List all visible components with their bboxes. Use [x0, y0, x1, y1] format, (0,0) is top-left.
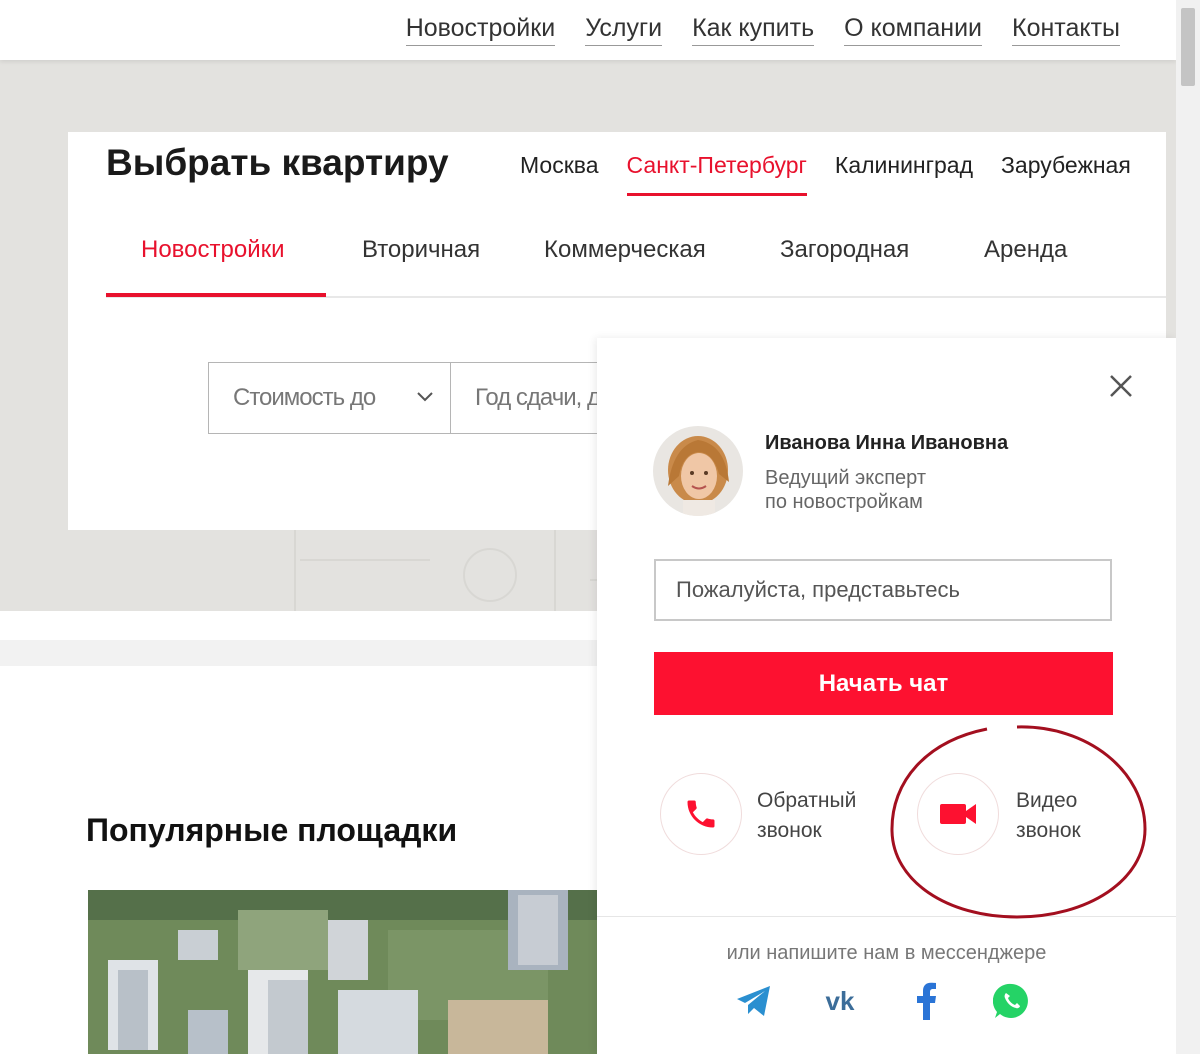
nav-item-contacts[interactable]: Контакты	[1012, 14, 1120, 46]
page-scrollbar[interactable]	[1176, 0, 1200, 1054]
price-select[interactable]: Стоимость до	[208, 362, 451, 434]
tab-novostroyki[interactable]: Новостройки	[141, 236, 285, 264]
property-type-tabs: Новостройки Вторичная Коммерческая Загор…	[106, 218, 1166, 298]
nav-item-about[interactable]: О компании	[844, 14, 983, 46]
city-tab-spb[interactable]: Санкт-Петербург	[626, 152, 807, 196]
agent-role: Ведущий эксперт по новостройкам	[765, 467, 927, 513]
tab-secondary[interactable]: Вторичная	[362, 236, 480, 264]
city-tab-kaliningrad[interactable]: Калининград	[835, 152, 973, 196]
city-tabs: Москва Санкт-Петербург Калининград Заруб…	[520, 152, 1131, 196]
price-select-label: Стоимость до	[233, 384, 376, 411]
messenger-icons: vk	[733, 980, 1033, 1022]
video-call-button[interactable]	[917, 773, 999, 855]
facebook-icon[interactable]	[905, 980, 947, 1022]
search-title: Выбрать квартиру	[106, 142, 449, 183]
popular-area-photo[interactable]	[88, 890, 598, 1054]
popular-section-title: Популярные площадки	[86, 812, 458, 848]
tab-rent[interactable]: Аренда	[984, 236, 1067, 264]
video-call-label[interactable]: Видео звонок	[1016, 786, 1146, 846]
city-tab-moscow[interactable]: Москва	[520, 152, 599, 196]
video-camera-icon	[940, 804, 976, 824]
agent-photo	[653, 426, 743, 516]
phone-icon	[687, 800, 715, 828]
city-tab-abroad[interactable]: Зарубежная	[1001, 152, 1131, 196]
chat-widget: Иванова Инна Ивановна Ведущий эксперт по…	[597, 338, 1176, 1054]
name-input[interactable]	[654, 559, 1112, 621]
chat-divider	[597, 916, 1176, 917]
chevron-down-icon	[417, 392, 433, 402]
close-icon[interactable]	[1107, 372, 1135, 400]
callback-button[interactable]	[660, 773, 742, 855]
messenger-prompt: или напишите нам в мессенджере	[726, 942, 1047, 964]
telegram-icon[interactable]	[733, 980, 775, 1022]
callback-label[interactable]: Обратный звонок	[757, 786, 887, 846]
year-select-label: Год сдачи, д	[475, 384, 601, 411]
start-chat-button[interactable]: Начать чат	[654, 652, 1113, 715]
whatsapp-icon[interactable]	[991, 980, 1033, 1022]
nav-item-how-to-buy[interactable]: Как купить	[692, 14, 815, 46]
aerial-city-image	[88, 890, 598, 1054]
active-tab-underline	[106, 293, 326, 297]
svg-text:vk: vk	[826, 988, 855, 1014]
top-navigation: Новостройки Услуги Как купить О компании…	[0, 0, 1176, 60]
nav-item-novostroyki[interactable]: Новостройки	[405, 14, 556, 46]
year-select[interactable]: Год сдачи, д	[450, 362, 610, 434]
tab-commercial[interactable]: Коммерческая	[544, 236, 706, 264]
tab-country[interactable]: Загородная	[780, 236, 909, 264]
vk-icon[interactable]: vk	[819, 980, 861, 1022]
scrollbar-thumb[interactable]	[1181, 8, 1195, 86]
agent-avatar	[653, 426, 743, 516]
agent-name: Иванова Инна Ивановна	[765, 432, 1009, 454]
hero-decoration	[294, 530, 630, 611]
nav-item-services[interactable]: Услуги	[585, 14, 663, 46]
